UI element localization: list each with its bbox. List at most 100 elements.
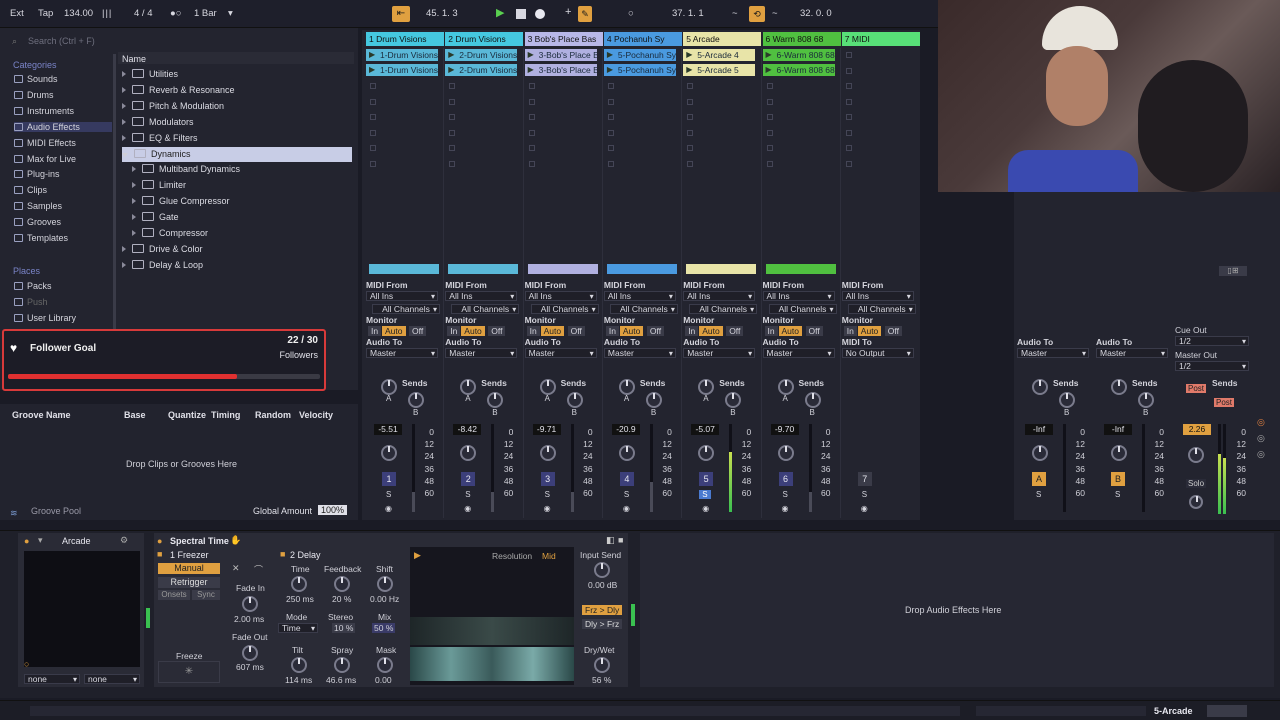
place-push[interactable]: Push	[14, 297, 48, 307]
clip-play-icon[interactable]: ▶	[448, 50, 454, 59]
play-button[interactable]: ▶	[496, 6, 504, 19]
category-grooves[interactable]: Grooves	[14, 217, 61, 227]
clip-slot[interactable]: 5-Arcade 5 ▶	[683, 64, 756, 76]
browser-item-utilities[interactable]: Utilities	[122, 69, 178, 79]
chevron-down-icon[interactable]: ▾	[228, 8, 233, 19]
output-select[interactable]: Master	[762, 348, 835, 358]
effects-drop-zone[interactable]: Drop Audio Effects Here	[640, 533, 1274, 687]
monitor-in-button[interactable]: In	[605, 326, 619, 336]
empty-clip-slot[interactable]	[607, 145, 614, 151]
output-select[interactable]: Master	[524, 348, 597, 358]
clip-slot[interactable]: 5-Pochanuh Sy ▶	[603, 49, 676, 61]
monitor-auto-button[interactable]: Auto	[778, 326, 802, 336]
expand-arrow-icon[interactable]	[122, 71, 126, 77]
solo-button[interactable]: Solo	[1186, 479, 1207, 488]
global-amount-field[interactable]: 100%	[318, 505, 348, 515]
solo-button[interactable]: S	[545, 490, 550, 499]
drywet-value[interactable]: 56 %	[592, 675, 611, 685]
return-solo-button[interactable]: S	[1115, 490, 1120, 499]
monitor-in-button[interactable]: In	[843, 326, 857, 336]
return-send-a-knob[interactable]	[1111, 379, 1127, 395]
empty-clip-slot[interactable]	[449, 98, 456, 105]
clip-play-icon[interactable]: ▶	[528, 50, 534, 59]
monitor-off-button[interactable]: Off	[488, 326, 506, 336]
mask-value[interactable]: 0.00	[375, 675, 392, 685]
empty-clip-slot[interactable]	[845, 114, 852, 120]
category-samples[interactable]: Samples	[14, 201, 62, 211]
monitor-off-button[interactable]: Off	[726, 326, 744, 336]
category-templates[interactable]: Templates	[14, 233, 68, 243]
clip-slot[interactable]: 3-Bob's Place B ▶	[524, 64, 597, 76]
track-activator-button[interactable]: 2	[461, 472, 476, 486]
clip-slot[interactable]: 2-Drum Visions ▶	[445, 64, 518, 76]
monitor-off-button[interactable]: Off	[409, 326, 427, 336]
output-select[interactable]: Master	[603, 348, 676, 358]
volume-field[interactable]: -20.9	[611, 424, 640, 435]
record-button[interactable]	[535, 9, 545, 19]
monitor-in-button[interactable]: In	[685, 326, 699, 336]
input-select[interactable]: All Ins	[683, 291, 756, 301]
status-scrollbar-2[interactable]	[976, 706, 1146, 716]
track-activator-button[interactable]: 1	[382, 472, 396, 486]
monitor-auto-button[interactable]: Auto	[382, 326, 406, 336]
empty-clip-slot[interactable]	[845, 67, 852, 74]
return-send-a-knob[interactable]	[1032, 379, 1048, 395]
expand-arrow-icon[interactable]	[122, 152, 128, 157]
empty-clip-slot[interactable]	[528, 114, 535, 120]
clip-slot[interactable]: 6-Warm 808 68 ▶	[762, 64, 835, 76]
follow-icon[interactable]: ⇤	[392, 6, 410, 22]
manual-button[interactable]: Manual	[158, 563, 220, 574]
return-send-b-knob[interactable]	[1059, 392, 1075, 408]
clip-play-icon[interactable]: ▶	[369, 65, 375, 74]
monitor-in-button[interactable]: In	[447, 326, 461, 336]
expand-arrow-icon[interactable]	[132, 214, 136, 221]
device-power-icon[interactable]: ●	[24, 536, 29, 546]
empty-clip-slot[interactable]	[607, 114, 614, 120]
fade-out-knob[interactable]	[242, 645, 258, 661]
empty-clip-slot[interactable]	[687, 98, 694, 105]
solo-button[interactable]: S	[862, 490, 867, 499]
plugin-close-icon[interactable]: ■	[618, 535, 623, 545]
pan-knob[interactable]	[777, 445, 794, 461]
right-edge-icon-3[interactable]: ◎	[1257, 449, 1265, 460]
expand-arrow-icon[interactable]	[132, 166, 136, 173]
empty-clip-slot[interactable]	[370, 98, 376, 105]
frz-dly-button[interactable]: Frz > Dly	[582, 605, 623, 615]
expand-arrow-icon[interactable]	[122, 86, 126, 93]
empty-clip-slot[interactable]	[528, 83, 535, 89]
empty-clip-slot[interactable]	[845, 129, 852, 136]
category-max-for-live[interactable]: Max for Live	[14, 154, 76, 164]
tilt-knob[interactable]	[291, 657, 307, 673]
loop-length[interactable]: 32. 0. 0	[800, 8, 832, 19]
track-header[interactable]: 5 Arcade	[683, 32, 762, 46]
master-pan-knob[interactable]	[1188, 447, 1204, 463]
loop-start[interactable]: 37. 1. 1	[672, 8, 704, 19]
empty-clip-slot[interactable]	[687, 114, 694, 120]
metronome-icon[interactable]: |||	[102, 8, 112, 19]
browser-item-compressor[interactable]: Compressor	[132, 228, 208, 238]
groove-pool-icon[interactable]: ≋	[10, 508, 18, 519]
device-options-icon[interactable]: ⚙	[120, 535, 128, 546]
empty-clip-slot[interactable]	[687, 160, 694, 167]
stop-button[interactable]	[516, 9, 526, 19]
browser-item-glue-compressor[interactable]: Glue Compressor	[132, 196, 230, 206]
freeze-curve-icon[interactable]: ⌒	[254, 563, 263, 576]
browser-item-multiband-dynamics[interactable]: Multiband Dynamics	[132, 164, 240, 174]
channel-select[interactable]: All Channels	[372, 304, 440, 314]
return-output-select[interactable]: Master	[1096, 348, 1168, 358]
category-clips[interactable]: Clips	[14, 185, 47, 195]
empty-clip-slot[interactable]	[845, 52, 852, 58]
expand-arrow-icon[interactable]	[122, 102, 126, 109]
send-a-knob[interactable]	[618, 379, 635, 395]
feedback-value[interactable]: 20 %	[332, 594, 351, 604]
clip-play-icon[interactable]: ▶	[528, 65, 534, 74]
spray-value[interactable]: 46.6 ms	[326, 675, 356, 685]
browser-item-delay-loop[interactable]: Delay & Loop	[122, 259, 203, 270]
empty-clip-slot[interactable]	[766, 129, 773, 136]
stereo-value[interactable]: 10 %	[332, 623, 356, 633]
cue-volume-knob[interactable]	[1189, 495, 1203, 509]
solo-button[interactable]: S	[386, 490, 391, 499]
browser-item-eq-filters[interactable]: EQ & Filters	[122, 132, 198, 143]
browser-item-gate[interactable]: Gate	[132, 212, 179, 222]
expand-arrow-icon[interactable]	[122, 118, 126, 125]
